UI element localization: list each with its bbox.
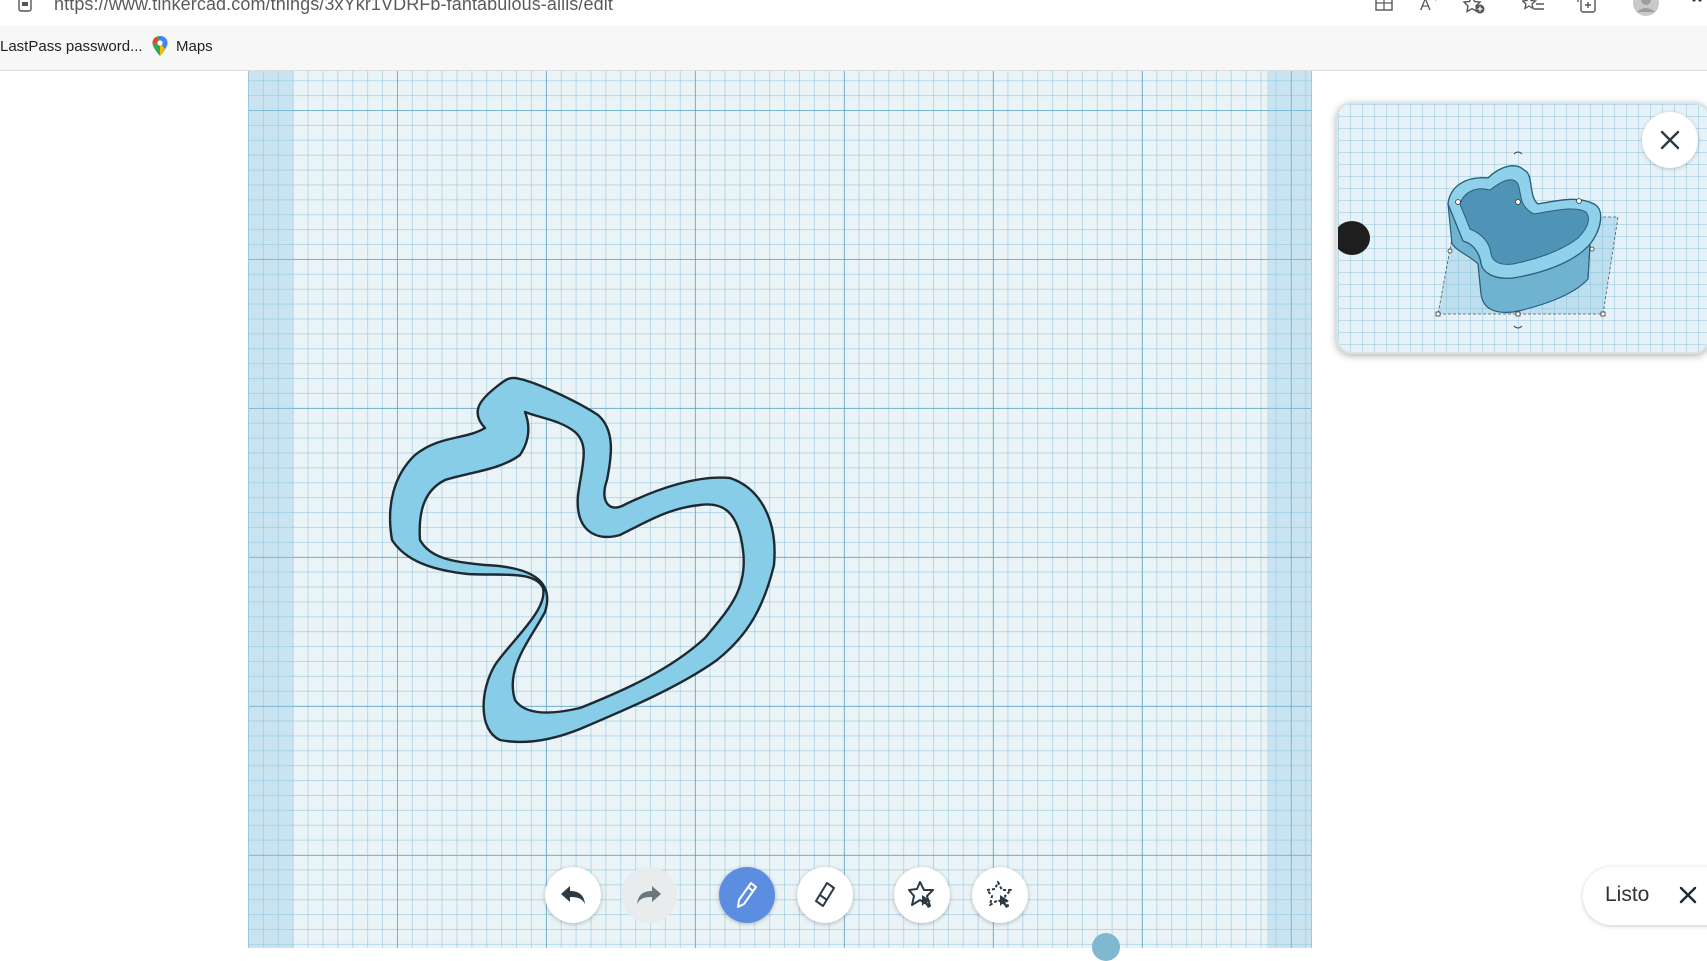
done-label: Listo <box>1605 883 1650 906</box>
deselect-shape-button[interactable] <box>972 867 1028 923</box>
undo-icon <box>561 886 585 904</box>
grid-handle-dot[interactable] <box>1092 933 1120 961</box>
bookmarks-bar: LastPass password... Maps <box>0 26 1707 71</box>
redo-icon <box>637 886 661 904</box>
profile-avatar-icon[interactable] <box>1632 0 1660 18</box>
shape-select-icon <box>908 881 934 908</box>
collections-icon[interactable] <box>1576 0 1600 16</box>
maps-pin-icon <box>152 36 168 56</box>
select-shape-button[interactable] <box>894 867 950 923</box>
svg-text:A: A <box>1420 0 1431 14</box>
done-button[interactable]: Listo <box>1583 867 1707 925</box>
favorites-icon[interactable] <box>1522 0 1546 16</box>
read-aloud-icon[interactable]: A <box>1418 0 1442 16</box>
page-info-icon[interactable] <box>18 0 32 12</box>
favorite-add-icon[interactable] <box>1462 0 1486 16</box>
url-text[interactable]: https://www.tinkercad.com/things/3xYkr1V… <box>54 0 613 15</box>
drawn-shape[interactable] <box>388 376 776 744</box>
pencil-tool-button[interactable] <box>719 867 775 923</box>
eraser-icon <box>815 882 835 907</box>
bookmark-maps-label: Maps <box>176 37 213 55</box>
pencil-icon <box>737 882 757 908</box>
redo-button[interactable] <box>621 867 677 923</box>
more-icon[interactable] <box>1690 0 1706 16</box>
eraser-tool-button[interactable] <box>797 867 853 923</box>
bookmark-maps[interactable]: Maps <box>152 36 213 56</box>
done-close-icon <box>1679 886 1697 904</box>
bookmark-lastpass[interactable]: LastPass password... <box>0 38 143 55</box>
address-bar: https://www.tinkercad.com/things/3xYkr1V… <box>0 0 1707 26</box>
undo-button[interactable] <box>545 867 601 923</box>
preview-dark-object <box>1338 221 1370 255</box>
shape-deselect-icon <box>986 881 1012 908</box>
apps-icon[interactable] <box>1372 0 1396 16</box>
preview-close-button[interactable] <box>1642 112 1698 168</box>
close-icon <box>1660 130 1680 150</box>
